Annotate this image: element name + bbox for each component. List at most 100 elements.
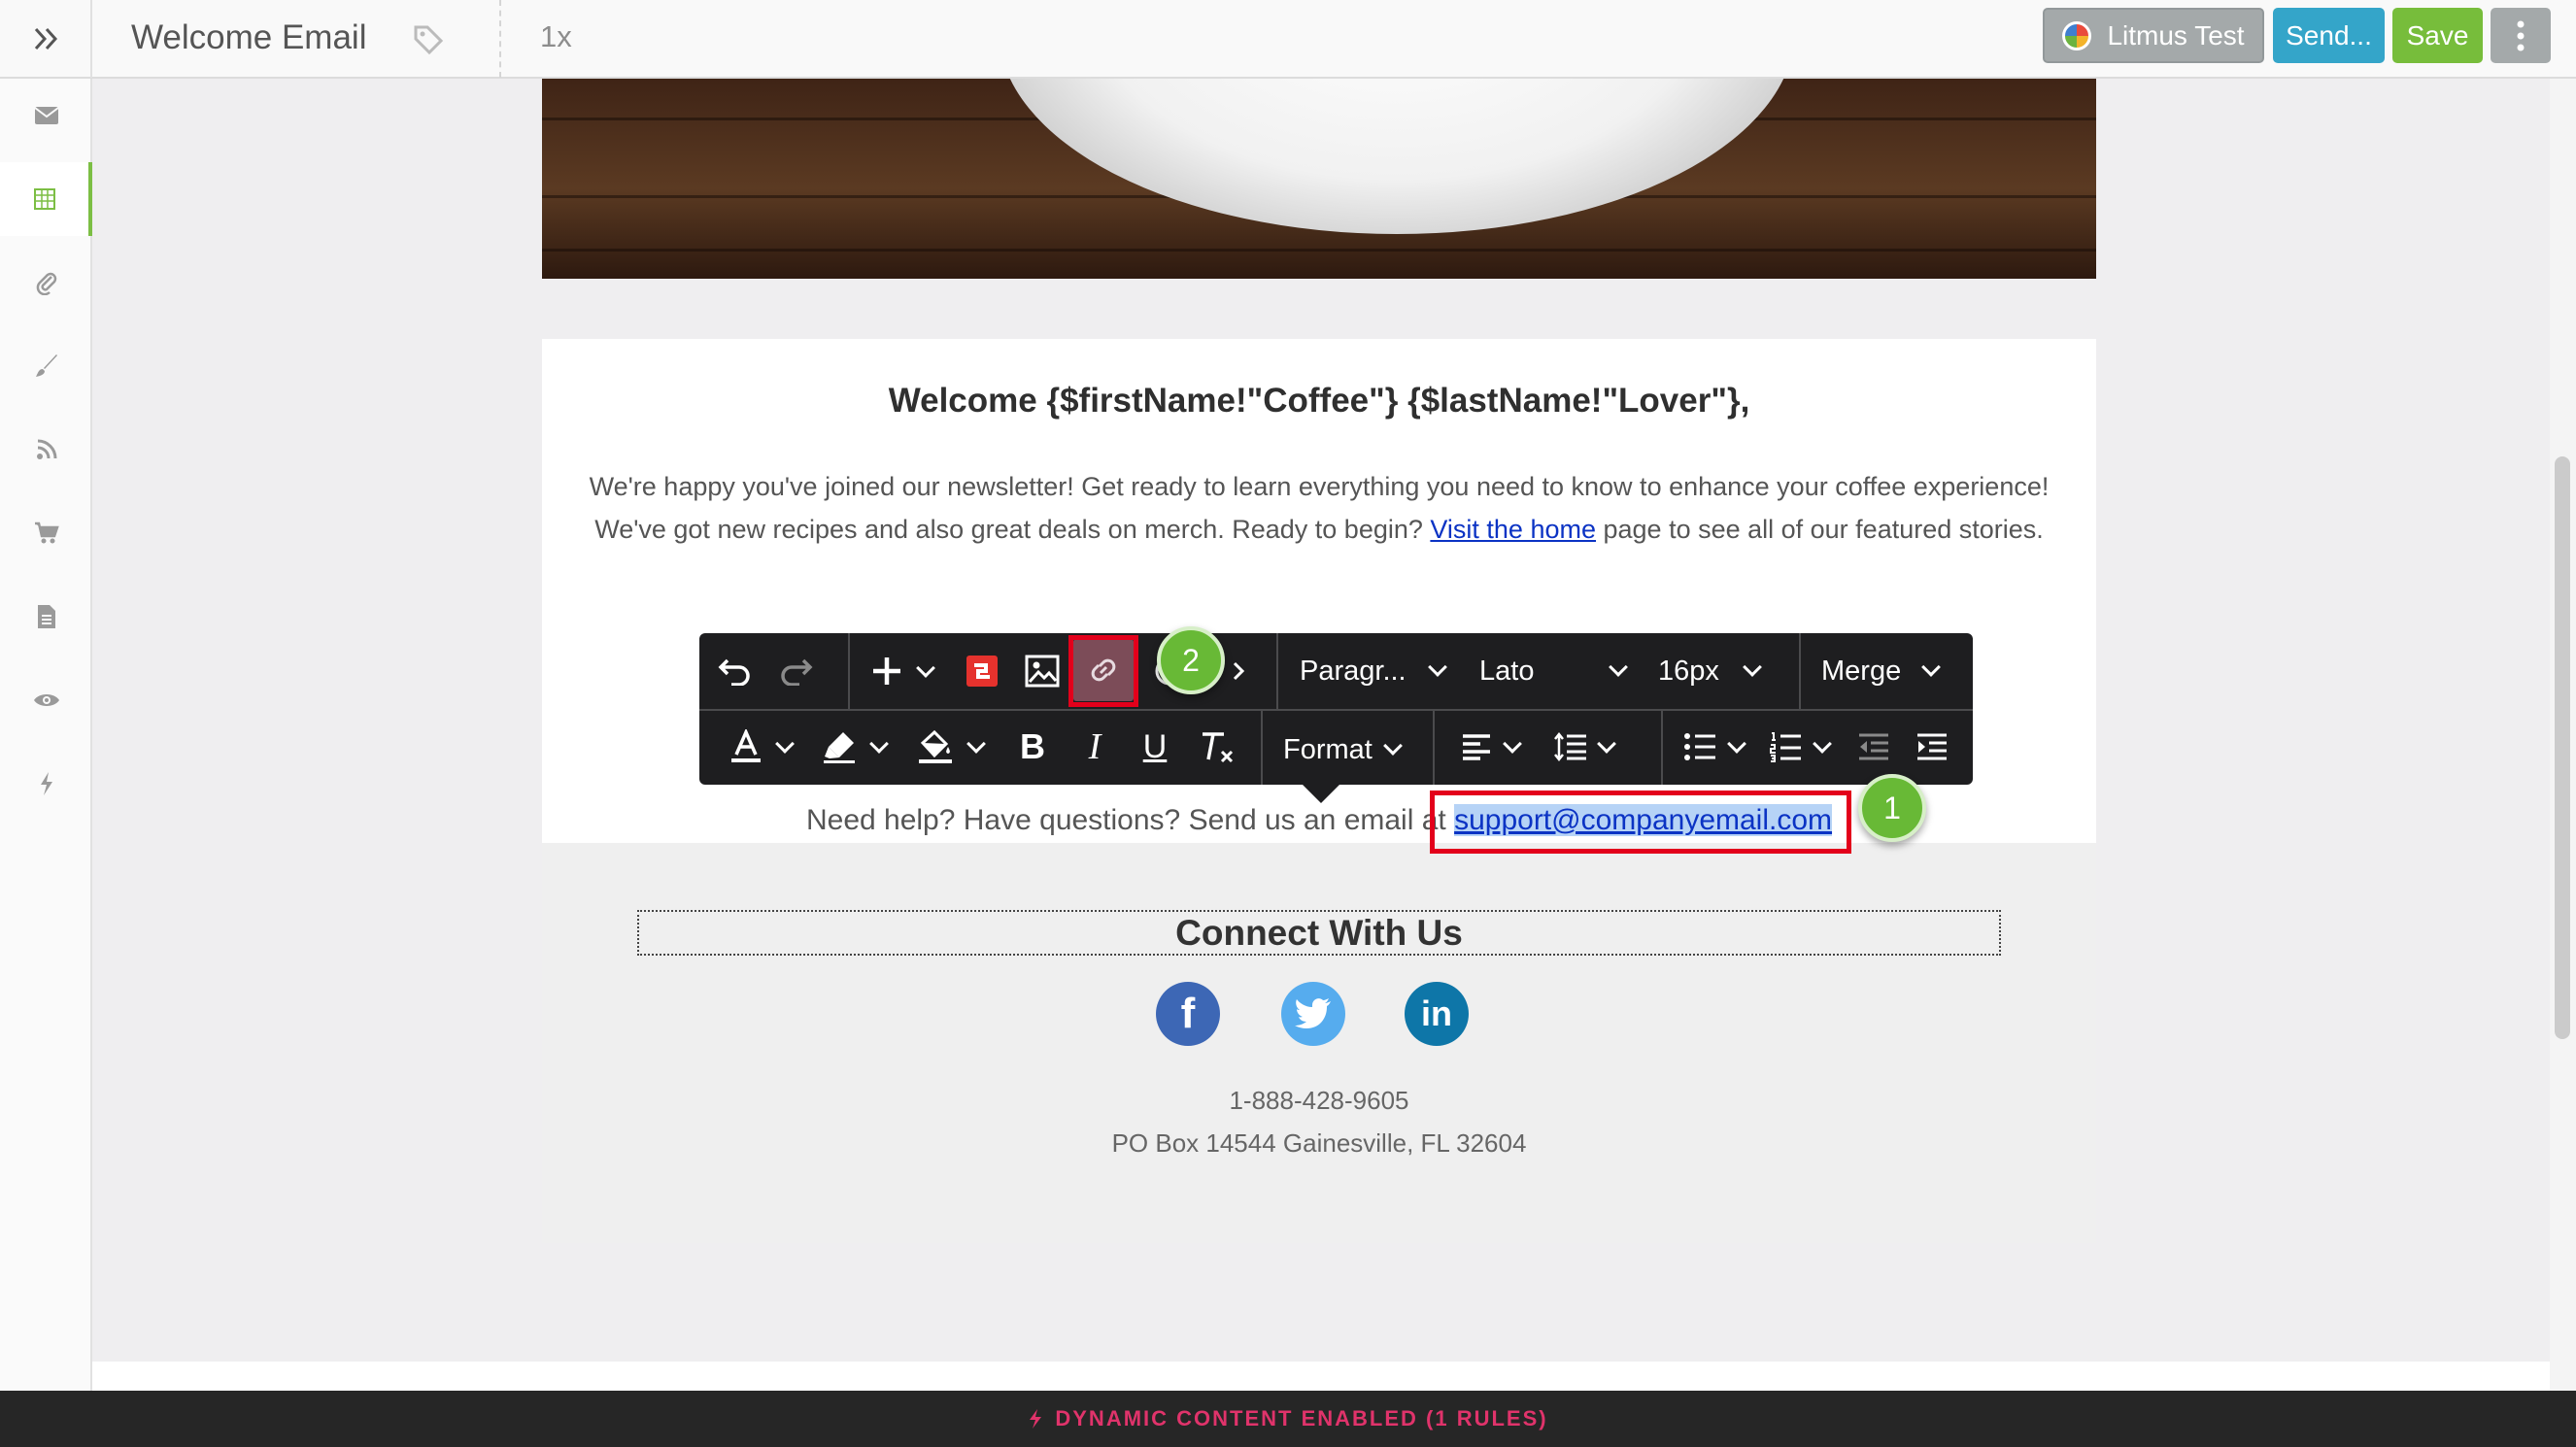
size-chevron-down-icon bbox=[1743, 657, 1762, 677]
paragraph-style-value: Paragr... bbox=[1300, 656, 1407, 687]
email-title[interactable]: Welcome Email bbox=[131, 16, 366, 60]
paint-bucket-icon bbox=[918, 729, 952, 763]
coffee-cup-plate bbox=[999, 79, 1795, 234]
sidebar-item-preview[interactable] bbox=[0, 663, 92, 737]
litmus-logo-icon bbox=[2062, 20, 2092, 50]
align-dropdown[interactable] bbox=[1451, 724, 1529, 769]
font-chevron-down-icon bbox=[1609, 657, 1628, 677]
tag-icon[interactable] bbox=[412, 23, 445, 56]
clear-format-button[interactable] bbox=[1193, 724, 1241, 769]
save-button[interactable]: Save bbox=[2392, 8, 2483, 63]
sidebar-item-email[interactable] bbox=[0, 79, 92, 152]
paragraph-style-dropdown[interactable]: Paragr... bbox=[1300, 654, 1407, 689]
numbered-list-icon bbox=[1770, 732, 1801, 762]
chevron-down-icon bbox=[966, 734, 986, 754]
send-button[interactable]: Send... bbox=[2273, 8, 2385, 63]
link-button-highlight bbox=[1068, 635, 1138, 707]
font-family-dropdown[interactable]: Lato bbox=[1479, 654, 1534, 689]
chevron-right-icon bbox=[1233, 661, 1245, 681]
document-icon bbox=[37, 605, 55, 628]
chevron-down-icon bbox=[869, 734, 889, 754]
clear-format-icon bbox=[1203, 732, 1234, 763]
merge-label: Merge bbox=[1821, 656, 1902, 687]
numbered-list-dropdown[interactable] bbox=[1758, 724, 1840, 769]
intro-line-2-end: page to see all of our featured stories. bbox=[1596, 515, 2044, 544]
sidebar-item-rss[interactable] bbox=[0, 413, 92, 487]
toolbar-pointer bbox=[1302, 784, 1340, 803]
merge-chevron-down-icon bbox=[1921, 657, 1941, 677]
bullet-list-icon bbox=[1684, 733, 1715, 760]
insert-image-button[interactable] bbox=[1020, 649, 1065, 693]
sidebar-item-documents[interactable] bbox=[0, 580, 92, 654]
text-color-dropdown[interactable] bbox=[717, 724, 804, 769]
dynamic-content-status-text: DYNAMIC CONTENT ENABLED (1 RULES) bbox=[1055, 1406, 1548, 1430]
twitter-icon[interactable] bbox=[1281, 982, 1345, 1046]
bold-button[interactable]: B bbox=[1010, 724, 1055, 769]
visit-home-link[interactable]: Visit the home bbox=[1430, 515, 1596, 544]
vertical-dots-icon bbox=[2517, 20, 2525, 50]
special-block-button[interactable] bbox=[960, 649, 1004, 693]
connect-heading[interactable]: Connect With Us bbox=[637, 910, 2001, 956]
paperclip-icon bbox=[36, 272, 56, 295]
indent-button[interactable] bbox=[1910, 724, 1954, 769]
email-footer-block[interactable]: Connect With Us f in 1-888-428-9605 PO B… bbox=[542, 843, 2096, 1243]
zoom-level[interactable]: 1x bbox=[540, 17, 572, 56]
line-height-icon bbox=[1554, 732, 1586, 761]
chevron-down-icon bbox=[916, 658, 935, 678]
hero-image[interactable] bbox=[542, 79, 2096, 279]
font-size-dropdown[interactable]: 16px bbox=[1658, 654, 1719, 689]
layout-grid-icon bbox=[33, 188, 55, 210]
highlighter-icon bbox=[824, 732, 855, 763]
italic-icon: I bbox=[1088, 726, 1102, 767]
indent-icon bbox=[1917, 733, 1947, 760]
background-color-dropdown[interactable] bbox=[903, 724, 996, 769]
plus-icon bbox=[873, 657, 900, 685]
bold-icon: B bbox=[1020, 726, 1045, 766]
rich-text-toolbar: Paragr... Lato 16px Merge B I U Format bbox=[699, 633, 1973, 785]
top-bar: Welcome Email 1x Litmus Test Send... Sav… bbox=[0, 0, 2576, 79]
lightning-icon bbox=[1030, 1409, 1042, 1429]
underline-button[interactable]: U bbox=[1133, 724, 1177, 769]
more-options-button[interactable] bbox=[2491, 8, 2551, 63]
sidebar-item-styles[interactable] bbox=[0, 329, 92, 403]
step-marker-1: 1 bbox=[1858, 774, 1926, 842]
linkedin-icon[interactable]: in bbox=[1405, 982, 1469, 1046]
sidebar-item-commerce[interactable] bbox=[0, 496, 92, 570]
paragraph-chevron-down-icon bbox=[1428, 657, 1447, 677]
double-chevron-right-icon bbox=[34, 27, 57, 50]
litmus-test-button[interactable]: Litmus Test bbox=[2043, 8, 2264, 63]
help-text: Need help? Have questions? Send us an em… bbox=[805, 804, 1455, 836]
italic-button[interactable]: I bbox=[1072, 724, 1117, 769]
bullet-list-dropdown[interactable] bbox=[1675, 724, 1752, 769]
intro-line-2: We've got new recipes and also great dea… bbox=[542, 508, 2096, 551]
header-divider bbox=[499, 0, 501, 78]
merge-dropdown[interactable]: Merge bbox=[1821, 654, 1901, 689]
highlight-color-dropdown[interactable] bbox=[810, 724, 898, 769]
intro-paragraph[interactable]: We're happy you've joined our newsletter… bbox=[542, 465, 2096, 551]
undo-button[interactable] bbox=[711, 649, 758, 693]
selected-email-highlight bbox=[1430, 791, 1851, 854]
expand-sidebar-button[interactable] bbox=[0, 0, 92, 78]
chevron-down-icon bbox=[1503, 734, 1522, 754]
image-icon bbox=[1025, 655, 1060, 688]
paintbrush-icon bbox=[35, 354, 57, 377]
footer-address[interactable]: PO Box 14544 Gainesville, FL 32604 bbox=[542, 1128, 2096, 1159]
footer-phone[interactable]: 1-888-428-9605 bbox=[542, 1086, 2096, 1116]
scrollbar-thumb[interactable] bbox=[2555, 456, 2570, 1039]
sidebar-item-layout[interactable] bbox=[0, 162, 92, 236]
chevron-down-icon bbox=[775, 734, 795, 754]
outdent-button[interactable] bbox=[1851, 724, 1896, 769]
format-dropdown[interactable]: Format bbox=[1283, 732, 1373, 767]
line-height-dropdown[interactable] bbox=[1544, 724, 1622, 769]
sidebar-item-attachments[interactable] bbox=[0, 246, 92, 320]
redo-button[interactable] bbox=[773, 649, 820, 693]
greeting-heading[interactable]: Welcome {$firstName!"Coffee"} {$lastName… bbox=[542, 382, 2096, 421]
toolbar-more-button[interactable] bbox=[1224, 649, 1253, 693]
envelope-icon bbox=[33, 107, 59, 124]
intro-line-2-start: We've got new recipes and also great dea… bbox=[594, 515, 1431, 544]
sidebar-item-dynamic[interactable] bbox=[0, 747, 92, 821]
dynamic-content-status-bar[interactable]: DYNAMIC CONTENT ENABLED (1 RULES) bbox=[0, 1391, 2576, 1447]
litmus-test-label: Litmus Test bbox=[2107, 19, 2245, 50]
insert-dropdown[interactable] bbox=[863, 649, 940, 693]
facebook-icon[interactable]: f bbox=[1156, 982, 1220, 1046]
